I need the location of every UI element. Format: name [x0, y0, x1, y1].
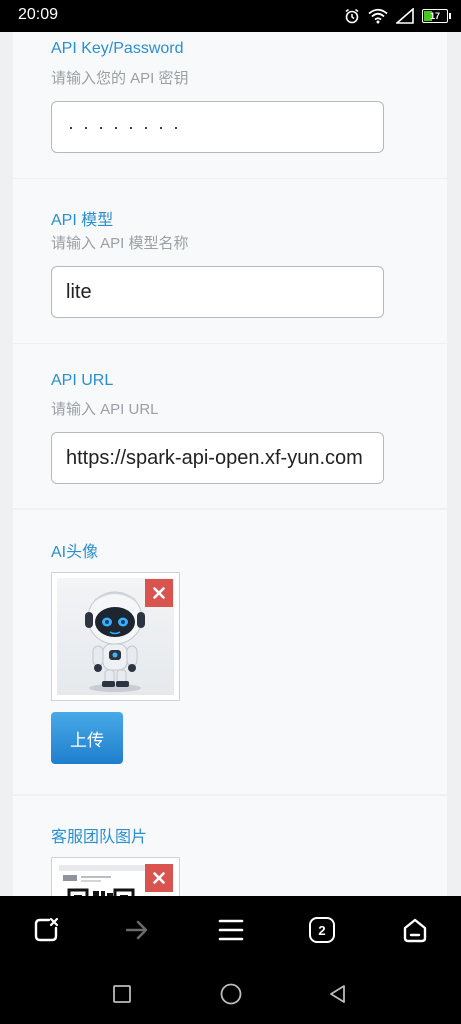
forward-arrow-icon: [125, 920, 148, 940]
status-icons: 17: [344, 6, 451, 26]
api-key-label: API Key/Password: [51, 40, 184, 57]
signal-icon: [396, 8, 414, 24]
status-bar: 20:09 17: [0, 0, 461, 32]
battery-level: 17: [429, 11, 440, 21]
remove-avatar-button[interactable]: [145, 579, 173, 607]
home-circle-icon: [220, 983, 242, 1005]
settings-form[interactable]: API Key/Password 请输入您的 API 密钥 ········ A…: [0, 32, 461, 896]
battery-icon: 17: [422, 9, 451, 23]
close-icon: [153, 587, 165, 599]
menu-icon: [218, 919, 244, 941]
home-button[interactable]: [395, 910, 435, 950]
recent-apps-button[interactable]: [110, 982, 134, 1006]
api-url-section: API URL 请输入 API URL https://spark-api-op…: [13, 344, 447, 508]
home-nav-button[interactable]: [219, 982, 243, 1006]
api-key-section: API Key/Password 请输入您的 API 密钥 ········: [13, 32, 447, 178]
api-url-label: API URL: [51, 372, 114, 389]
ai-avatar-thumbnail: [51, 572, 180, 701]
service-team-image-section: 客服团队图片: [13, 796, 447, 896]
api-key-input[interactable]: ········: [51, 101, 384, 153]
api-key-hint: 请输入您的 API 密钥: [51, 70, 189, 87]
back-nav-button[interactable]: [326, 982, 350, 1006]
api-url-hint: 请输入 API URL: [51, 401, 159, 418]
service-team-thumbnail: [51, 857, 180, 896]
ai-avatar-label: AI头像: [51, 544, 99, 561]
upload-avatar-button[interactable]: 上传: [51, 712, 123, 764]
ai-avatar-section: AI头像 上传: [13, 510, 447, 794]
alarm-icon: [345, 8, 359, 24]
forward-button[interactable]: [117, 910, 157, 950]
back-triangle-icon: [330, 985, 345, 1003]
close-tab-icon: [34, 917, 59, 942]
recent-apps-icon: [113, 985, 131, 1003]
service-team-image-label: 客服团队图片: [51, 829, 148, 846]
api-model-hint: 请输入 API 模型名称: [51, 235, 189, 252]
wifi-icon: [368, 8, 388, 24]
menu-button[interactable]: [211, 910, 251, 950]
browser-toolbar: 2: [0, 896, 461, 964]
close-tab-button[interactable]: [26, 910, 66, 950]
api-model-label: API 模型: [51, 212, 114, 229]
remove-service-image-button[interactable]: [145, 864, 173, 892]
home-icon: [403, 918, 427, 943]
close-icon: [153, 872, 165, 884]
api-url-input[interactable]: https://spark-api-open.xf-yun.com: [51, 432, 384, 484]
api-model-section: API 模型 请输入 API 模型名称 lite: [13, 179, 447, 343]
tabs-icon: 2: [309, 917, 335, 943]
tabs-button[interactable]: 2: [302, 910, 342, 950]
system-navigation-bar: [0, 964, 461, 1024]
api-model-input[interactable]: lite: [51, 266, 384, 318]
status-time: 20:09: [18, 6, 59, 23]
